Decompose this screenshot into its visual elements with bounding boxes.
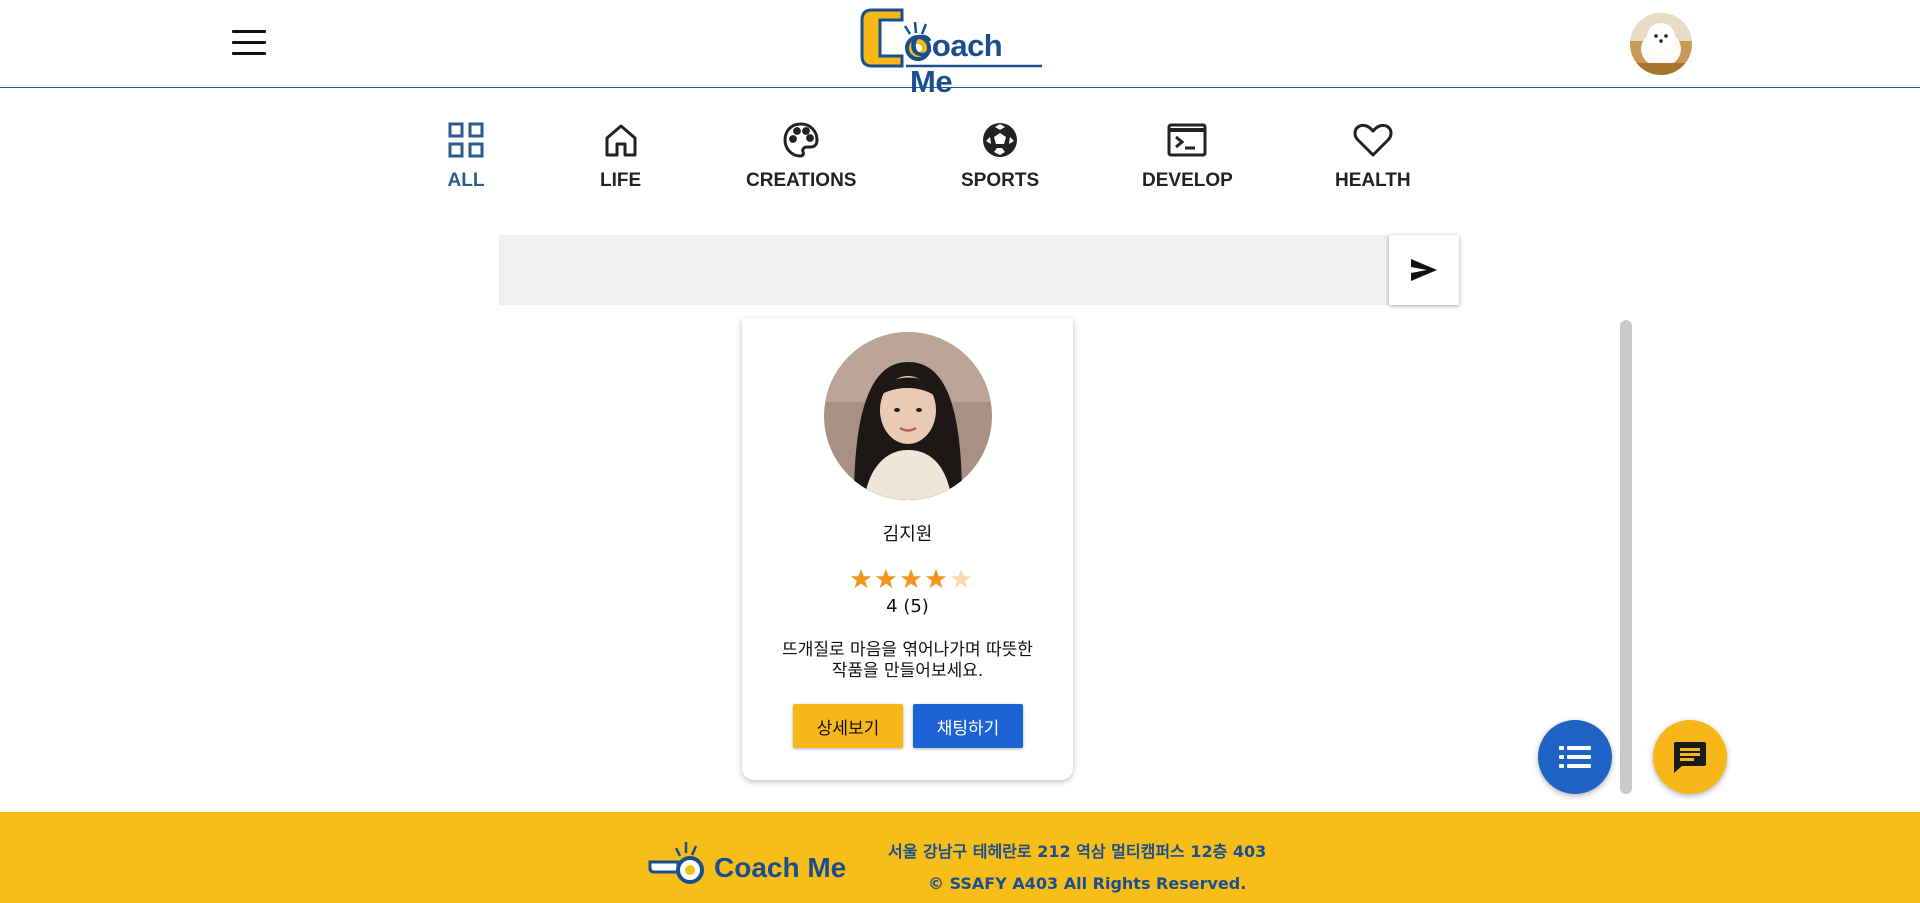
rating-text: 4 (5)	[886, 596, 929, 617]
logo-text: Coach Me	[910, 28, 1003, 99]
hamburger-menu-button[interactable]	[232, 30, 266, 58]
coach-intro: 뜨개질로 마음을 엮어나가며 따뜻한 작품을 만들어보세요.	[762, 640, 1053, 682]
category-label: CREATIONS	[746, 170, 857, 191]
coach-intro-line: 뜨개질로 마음을 엮어나가며 따뜻한	[782, 640, 1033, 660]
palette-icon	[781, 120, 821, 160]
list-view-fab[interactable]	[1538, 720, 1612, 794]
chat-fab[interactable]	[1653, 720, 1727, 794]
star-filled-icon	[925, 568, 947, 589]
search-bar	[499, 235, 1459, 305]
whistle-logo-icon	[648, 842, 704, 884]
category-nav: ALL LIFE CREATIONS SPORTS DEVELOP HEALTH	[0, 120, 1920, 200]
footer: Coach Me 서울 강남구 테헤란로 212 역삼 멀티캠퍼스 12층 40…	[0, 812, 1920, 903]
category-all[interactable]: ALL	[446, 120, 486, 192]
home-icon	[601, 120, 641, 160]
star-empty-icon	[950, 568, 972, 589]
terminal-icon	[1167, 120, 1207, 160]
dog-avatar-image	[1630, 13, 1692, 75]
search-input[interactable]	[499, 235, 1389, 305]
category-label: ALL	[447, 170, 485, 191]
soccer-ball-icon	[980, 120, 1020, 160]
grid-icon	[446, 120, 486, 160]
user-avatar[interactable]	[1630, 13, 1692, 75]
category-develop[interactable]: DEVELOP	[1142, 120, 1233, 192]
footer-address: 서울 강남구 테헤란로 212 역삼 멀티캠퍼스 12층 403	[888, 842, 1267, 861]
coach-photo	[824, 332, 992, 500]
category-label: HEALTH	[1335, 170, 1411, 191]
star-filled-icon	[900, 568, 922, 589]
menu-icon-bar	[232, 41, 266, 44]
heart-icon	[1353, 120, 1393, 160]
star-filled-icon	[850, 568, 872, 589]
coach-intro-line: 작품을 만들어보세요.	[831, 661, 984, 681]
send-icon	[1411, 259, 1437, 281]
top-header: Coach Me	[0, 0, 1920, 99]
list-icon	[1559, 746, 1591, 768]
footer-copyright: © SSAFY A403 All Rights Reserved.	[928, 874, 1247, 893]
footer-logo-text: Coach Me	[714, 852, 847, 883]
category-label: LIFE	[600, 170, 642, 191]
star-filled-icon	[875, 568, 897, 589]
category-creations[interactable]: CREATIONS	[746, 120, 856, 192]
category-life[interactable]: LIFE	[600, 120, 641, 192]
chat-icon	[1674, 742, 1706, 773]
category-health[interactable]: HEALTH	[1335, 120, 1411, 192]
view-detail-button[interactable]: 상세보기	[793, 704, 903, 748]
coach-me-logo[interactable]: Coach Me	[858, 6, 1044, 99]
search-submit-button[interactable]	[1389, 235, 1459, 305]
star-rating	[850, 568, 972, 590]
menu-icon-bar	[232, 30, 266, 33]
page: Coach Me ALL LIFE CREATIONS SPORTS DEVEL…	[0, 0, 1920, 903]
coach-card: 김지원 4 (5) 뜨개질로 마음을 엮어나가며 따뜻한 작품을 만들어보세요.…	[742, 318, 1073, 780]
category-label: SPORTS	[961, 170, 1040, 191]
coach-name: 김지원	[882, 524, 933, 545]
footer-logo: Coach Me	[648, 838, 848, 888]
start-chat-button[interactable]: 채팅하기	[913, 704, 1023, 748]
category-sports[interactable]: SPORTS	[961, 120, 1039, 192]
menu-icon-bar	[232, 52, 266, 55]
list-scrollbar[interactable]	[1620, 320, 1632, 794]
coach-portrait-image	[824, 332, 992, 500]
category-label: DEVELOP	[1142, 170, 1233, 191]
